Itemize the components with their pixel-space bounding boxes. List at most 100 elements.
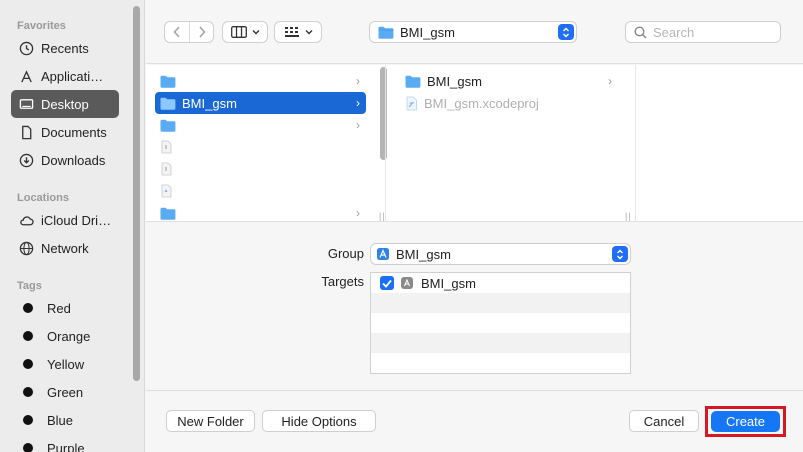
file-icon [161, 140, 172, 154]
chevron-right-icon: › [356, 96, 360, 110]
folder-icon [160, 207, 176, 220]
new-folder-button[interactable]: New Folder [166, 410, 255, 432]
sidebar-tag-yellow[interactable]: Yellow [11, 350, 119, 378]
sidebar-item-network[interactable]: Network [11, 234, 119, 262]
sidebar-tag-red[interactable]: Red [11, 294, 119, 322]
browser-row[interactable]: BMI_gsm.xcodeproj [400, 92, 618, 114]
row-label: BMI_gsm [427, 73, 482, 89]
group-label: Group [327, 246, 364, 261]
empty-row [371, 313, 630, 333]
sidebar-item-desktop[interactable]: Desktop [11, 90, 119, 118]
desktop-icon [18, 96, 34, 112]
xcode-project-icon [406, 96, 417, 110]
empty-row [371, 353, 630, 373]
options-panel: Group BMI_gsm Targets BMI_gsm [146, 223, 803, 389]
sidebar-tag-purple[interactable]: Purple [11, 434, 119, 452]
sidebar: Favorites Recents Applicati… Desktop Doc… [0, 0, 145, 452]
back-button[interactable] [165, 22, 189, 42]
sidebar-item-label: Downloads [41, 152, 106, 168]
browser-row[interactable] [155, 180, 366, 202]
chevron-down-icon [252, 30, 259, 35]
sidebar-section-favorites: Favorites [17, 20, 66, 32]
clock-icon [18, 40, 34, 56]
folder-icon [160, 75, 176, 88]
search-input[interactable] [653, 24, 773, 40]
sidebar-scrollbar[interactable] [133, 6, 140, 381]
cancel-button[interactable]: Cancel [629, 410, 699, 432]
sidebar-tag-orange[interactable]: Orange [11, 322, 119, 350]
browser-row-selected[interactable]: BMI_gsm › [155, 92, 366, 114]
sidebar-item-label: Purple [47, 440, 85, 452]
sidebar-item-label: Orange [47, 328, 91, 344]
applications-icon [18, 68, 34, 84]
sidebar-item-label: iCloud Dri… [41, 212, 112, 228]
browser-row[interactable] [155, 136, 366, 158]
empty-row [371, 333, 630, 353]
app-target-icon [401, 277, 413, 289]
folder-icon [160, 119, 176, 132]
create-highlight-box: Create [705, 406, 786, 437]
targets-label: Targets [321, 274, 364, 289]
image-file-icon [161, 184, 172, 198]
target-name: BMI_gsm [421, 275, 476, 291]
sidebar-item-applications[interactable]: Applicati… [11, 62, 119, 90]
folder-icon [378, 26, 394, 39]
sidebar-item-label: Applicati… [41, 68, 104, 84]
file-icon [161, 162, 172, 176]
sidebar-item-label: Blue [47, 412, 74, 428]
sidebar-item-recents[interactable]: Recents [11, 34, 119, 62]
browser-row[interactable]: › [155, 114, 366, 136]
sidebar-item-label: Red [47, 300, 71, 316]
save-dialog: Favorites Recents Applicati… Desktop Doc… [0, 0, 803, 452]
sidebar-section-locations: Locations [17, 192, 69, 204]
search-field[interactable] [625, 21, 781, 43]
group-popup[interactable]: BMI_gsm [370, 243, 631, 265]
folder-icon [405, 75, 421, 88]
chevron-right-icon: › [356, 206, 360, 220]
column-view-icon [230, 26, 247, 38]
tag-dot-icon [23, 331, 33, 341]
updown-arrows-icon [612, 246, 628, 262]
chevron-right-icon: › [356, 74, 360, 88]
hide-options-button[interactable]: Hide Options [262, 410, 376, 432]
tag-dot-icon [23, 387, 33, 397]
tag-dot-icon [23, 443, 33, 452]
browser-column-2: BMI_gsm › BMI_gsm.xcodeproj || [385, 65, 635, 222]
view-mode-button[interactable] [222, 21, 268, 43]
targets-list: BMI_gsm [370, 272, 631, 374]
target-row[interactable]: BMI_gsm [371, 273, 630, 293]
sidebar-item-documents[interactable]: Documents [11, 118, 119, 146]
target-checkbox[interactable] [380, 276, 394, 290]
file-browser: › BMI_gsm › › › || BMI_gsm › BMI_gsm.xco… [146, 65, 803, 222]
browser-row[interactable]: › [155, 202, 366, 224]
empty-row [371, 293, 630, 313]
chevron-left-icon [173, 26, 180, 38]
chevron-right-icon: › [608, 74, 612, 88]
browser-column-3 [635, 65, 803, 222]
browser-row[interactable]: BMI_gsm › [400, 70, 618, 92]
sidebar-item-label: Network [41, 240, 89, 256]
sidebar-item-downloads[interactable]: Downloads [11, 146, 119, 174]
sidebar-tag-blue[interactable]: Blue [11, 406, 119, 434]
sidebar-item-label: Recents [41, 40, 89, 56]
column-resize-handle[interactable]: || [625, 211, 632, 221]
tag-dot-icon [23, 415, 33, 425]
row-label: BMI_gsm.xcodeproj [424, 95, 539, 111]
sidebar-item-icloud-drive[interactable]: iCloud Dri… [11, 206, 119, 234]
row-label: BMI_gsm [182, 95, 237, 111]
create-button[interactable]: Create [711, 411, 780, 432]
forward-button[interactable] [189, 22, 213, 42]
group-by-button[interactable] [274, 21, 322, 43]
location-popup[interactable]: BMI_gsm [369, 21, 577, 43]
download-icon [18, 152, 34, 168]
sidebar-tag-green[interactable]: Green [11, 378, 119, 406]
folder-icon [160, 97, 176, 110]
sidebar-section-tags: Tags [17, 280, 42, 292]
globe-icon [18, 240, 34, 256]
browser-row[interactable]: › [155, 70, 366, 92]
tag-dot-icon [23, 359, 33, 369]
back-forward-control [164, 21, 214, 43]
browser-row[interactable] [155, 158, 366, 180]
browser-column-1: › BMI_gsm › › › [146, 65, 387, 224]
updown-arrows-icon [558, 24, 574, 40]
